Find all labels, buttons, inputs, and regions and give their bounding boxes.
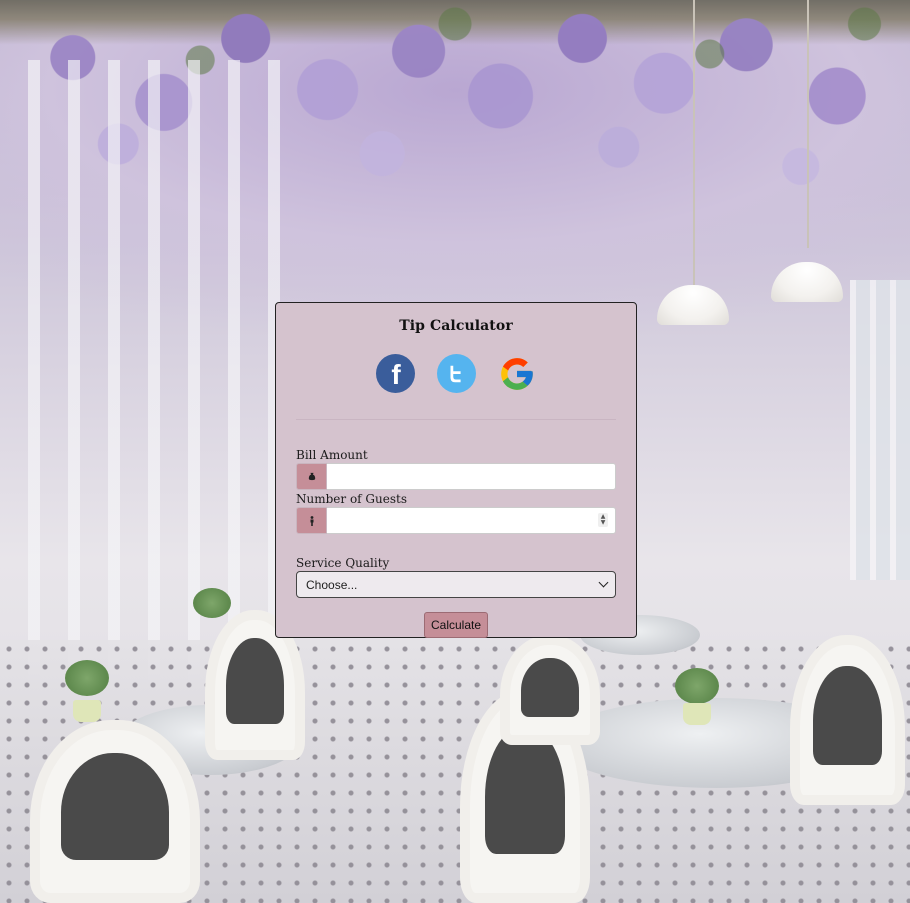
plant-pot <box>683 703 711 725</box>
divider <box>296 419 616 420</box>
service-quality-select[interactable]: Choose... <box>296 571 616 598</box>
money-bag-icon <box>296 463 327 490</box>
bill-amount-label: Bill Amount <box>296 448 368 462</box>
person-icon <box>296 507 327 534</box>
facebook-icon: f <box>391 358 401 390</box>
twitter-button[interactable] <box>436 354 476 393</box>
guests-input[interactable] <box>327 507 616 534</box>
tip-calculator-card: Tip Calculator f Bill Amount Number of G… <box>275 302 637 638</box>
cafe-chair <box>30 720 200 903</box>
window-frames-left <box>0 60 300 680</box>
calculate-button[interactable]: Calculate <box>423 612 489 638</box>
google-button[interactable] <box>498 354 537 393</box>
facebook-button[interactable]: f <box>375 354 415 393</box>
card-title: Tip Calculator <box>399 318 513 334</box>
button-row: Calculate <box>296 612 616 638</box>
potted-plant <box>65 660 109 696</box>
window-frames-right <box>850 280 910 580</box>
plant-pot <box>73 700 101 722</box>
cafe-chair <box>790 635 905 805</box>
guests-label: Number of Guests <box>296 492 407 506</box>
guests-group: ▲ ▼ <box>296 507 616 534</box>
guests-input-wrap: ▲ ▼ <box>327 507 616 534</box>
service-quality-label: Service Quality <box>296 556 390 570</box>
bill-amount-input[interactable] <box>327 463 616 490</box>
lamp-cord <box>807 0 809 248</box>
potted-plant <box>193 588 231 618</box>
lamp-cord <box>693 0 695 285</box>
twitter-icon <box>450 365 461 382</box>
potted-plant <box>675 668 719 704</box>
cafe-chair <box>500 635 600 745</box>
google-icon <box>501 357 533 390</box>
chevron-down-icon <box>598 577 609 588</box>
social-links: f <box>296 354 616 393</box>
service-quality-value: Choose... <box>306 577 358 592</box>
bill-amount-group <box>296 463 616 490</box>
